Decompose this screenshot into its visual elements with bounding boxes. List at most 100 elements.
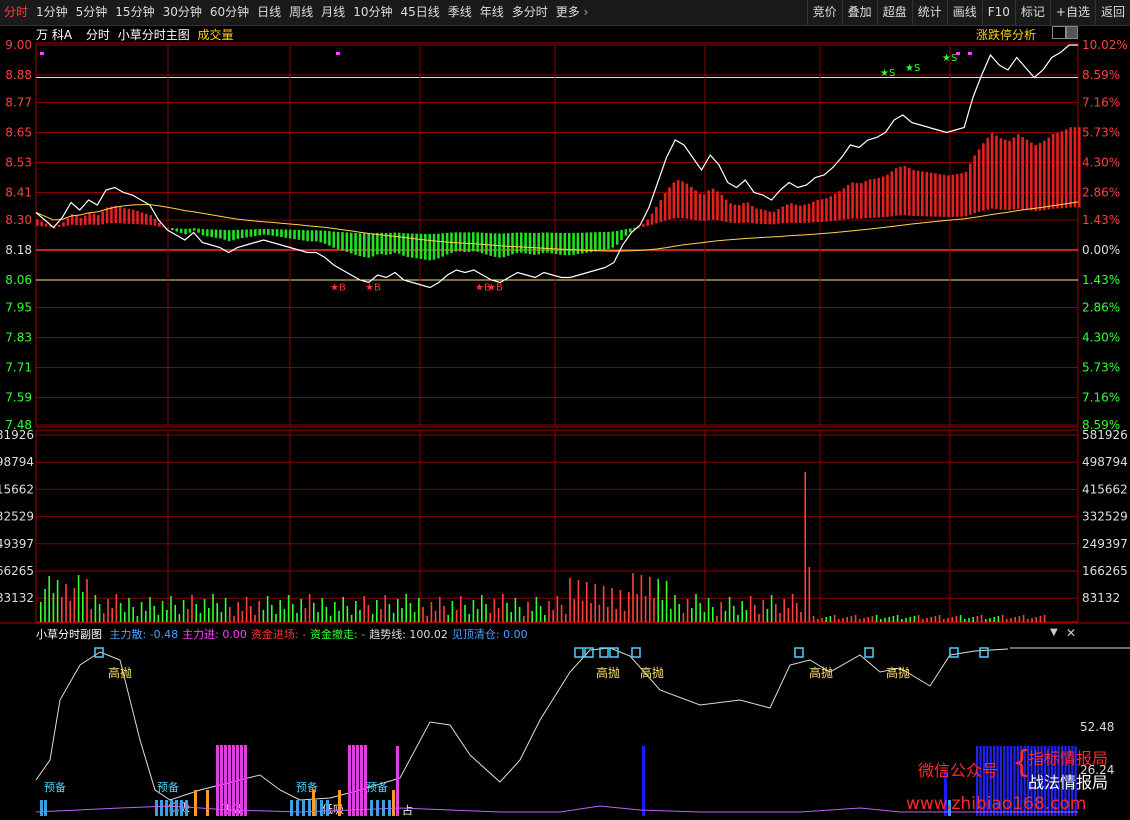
trend-bar	[97, 215, 100, 226]
pct-tick-10: 4.30%	[1082, 331, 1120, 345]
main-force-bar-4	[232, 745, 235, 816]
volume-bar	[401, 608, 403, 622]
retail-bar-3	[160, 800, 163, 816]
trend-bar	[506, 233, 510, 256]
volume-bar	[94, 595, 97, 622]
trend-bar	[969, 163, 972, 215]
volume-bar	[350, 615, 353, 622]
trend-bar	[227, 230, 231, 242]
volume-bar	[892, 616, 895, 622]
volume-bar	[1039, 616, 1042, 622]
warn-bar-0	[194, 790, 197, 816]
trend-bar	[101, 211, 104, 225]
main-force-bar-2	[224, 745, 227, 816]
trend-bar	[764, 210, 767, 225]
close-icon[interactable]: ✕	[1066, 626, 1076, 640]
trend-bar	[960, 173, 963, 217]
trend-bar	[393, 232, 397, 253]
volume-bar	[111, 608, 113, 622]
volume-bar	[1010, 618, 1012, 622]
vol-tick-left-0: 581926	[0, 428, 34, 442]
volume-bar	[611, 588, 613, 622]
trend-bar	[533, 232, 536, 255]
price-tick-8: 8.06	[5, 273, 32, 287]
volume-bar	[964, 619, 966, 622]
trend-bar	[502, 233, 506, 258]
trend-bar	[890, 171, 894, 217]
main-force-bar-9	[352, 745, 355, 816]
trend-bar	[328, 231, 331, 246]
trend-bar	[179, 228, 183, 233]
trend-bar	[397, 232, 401, 254]
trend-bar	[1043, 140, 1046, 211]
warn-bar-3	[338, 790, 341, 816]
trend-bar	[110, 206, 113, 224]
trend-bar	[620, 229, 623, 240]
volume-bar	[413, 612, 416, 622]
top-signal-marker-1	[574, 647, 584, 658]
volume-bar	[388, 604, 391, 622]
limit-marker-2	[956, 52, 960, 55]
volume-bar	[699, 603, 701, 622]
volume-bar	[581, 601, 584, 622]
trend-bar	[184, 228, 187, 235]
trend-bar	[441, 233, 445, 257]
volume-bar	[812, 616, 815, 622]
trend-bar	[188, 228, 192, 233]
trend-bar	[886, 174, 889, 217]
volume-bar	[367, 605, 370, 622]
limit-marker-0	[40, 52, 44, 55]
pct-tick-9: 2.86%	[1082, 301, 1120, 315]
trend-bar	[938, 174, 942, 217]
trend-bar	[402, 233, 405, 256]
retail-bar-6	[175, 800, 178, 816]
volume-bar	[476, 609, 479, 622]
volume-bar	[615, 609, 617, 622]
dropdown-arrow-icon[interactable]: ▼	[1050, 627, 1058, 638]
volume-bar	[329, 616, 332, 622]
trend-bar	[563, 233, 567, 256]
trend-bar	[781, 206, 785, 224]
trend-bar	[458, 232, 462, 252]
volume-bar	[140, 602, 143, 622]
trend-bar	[319, 230, 322, 243]
volume-bar	[216, 603, 218, 622]
legend-item-3: 资金撤走: -	[310, 628, 366, 641]
high-throw-label-4: 高抛	[886, 665, 910, 680]
top-signal-marker-5	[631, 647, 641, 658]
volume-bar	[418, 598, 420, 622]
trend-bar	[1047, 137, 1051, 210]
trend-bar	[410, 233, 414, 258]
volume-bar	[115, 594, 118, 622]
legend-item-5: 见顶清仓: 0.00	[451, 628, 528, 641]
trend-bar	[737, 204, 741, 223]
trend-bar	[820, 199, 824, 222]
volume-bar	[665, 581, 668, 622]
trend-bar	[912, 169, 915, 216]
volume-bar	[888, 617, 890, 622]
trend-bar	[454, 232, 458, 252]
trend-bar	[986, 137, 990, 210]
retail-bar-1	[44, 800, 47, 816]
vol-tick-right-6: 83132	[1082, 591, 1120, 605]
volume-bar	[98, 604, 101, 622]
trend-bar	[44, 223, 48, 227]
volume-bar	[405, 594, 407, 622]
volume-bar	[733, 606, 735, 622]
top-signal-marker-9	[979, 647, 989, 658]
price-tick-0: 9.00	[5, 38, 32, 52]
trend-bar	[380, 232, 384, 255]
sub-chart-title[interactable]: 小草分时副图	[36, 628, 102, 641]
volume-bar	[980, 615, 983, 622]
trend-bar	[258, 229, 261, 236]
trend-bar	[1064, 129, 1068, 208]
prepare-label-3: 预备	[366, 780, 388, 794]
price-tick-2: 8.77	[5, 96, 32, 110]
trend-bar	[785, 204, 789, 223]
volume-bar	[464, 605, 466, 622]
volume-bar	[455, 610, 458, 622]
volume-bar	[724, 611, 727, 622]
trend-bar	[92, 213, 96, 225]
price-tick-4: 8.53	[5, 156, 32, 170]
volume-bar	[531, 611, 533, 622]
